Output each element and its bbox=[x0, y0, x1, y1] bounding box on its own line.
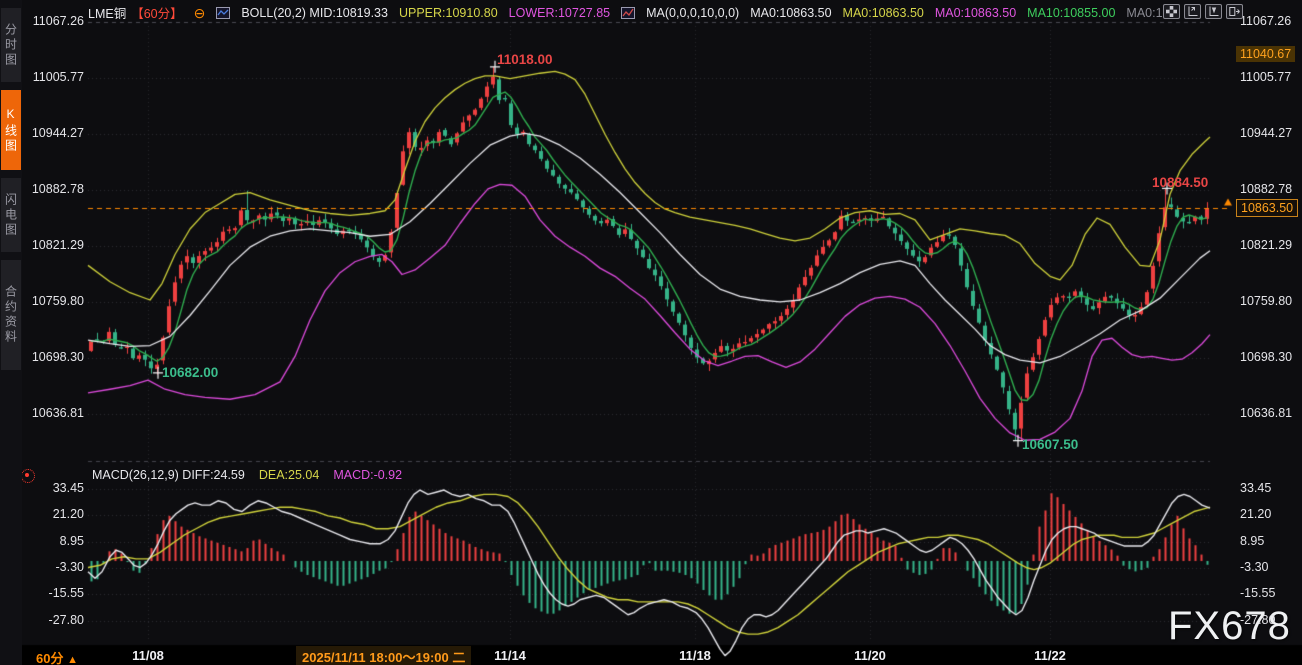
date-axis-bar: 60分 ▲ 11/08 11/14 11/18 11/20 11/22 2025… bbox=[22, 645, 1302, 665]
move-layout-icon[interactable] bbox=[1163, 4, 1180, 19]
price-axis-label: 10636.81 bbox=[1240, 406, 1292, 420]
date-tick: 11/14 bbox=[494, 648, 526, 663]
crosshair-datetime-badge: 2025/11/11 18:00～19:00 二 bbox=[296, 646, 471, 665]
ma0-white-value: MA0:10863.50 bbox=[750, 6, 831, 20]
timeframe-label[interactable]: 60分 ▲ bbox=[36, 648, 78, 665]
date-tick: 11/08 bbox=[132, 648, 164, 663]
trading-terminal: LME铜 【60分】 ⊖ BOLL(20,2) MID:10819.33 UPP… bbox=[0, 0, 1302, 665]
price-axis-label: 10944.27 bbox=[1240, 126, 1292, 140]
symbol-label: LME铜 bbox=[88, 3, 126, 22]
macd-axis-label: -27.80 bbox=[1240, 613, 1275, 627]
price-axis-label: 11067.26 bbox=[26, 14, 84, 28]
price-axis-label: 10759.80 bbox=[26, 294, 84, 308]
macd-value: MACD:-0.92 bbox=[333, 468, 402, 482]
tab-contract-info[interactable]: 合约资料 bbox=[1, 260, 21, 370]
macd-axis-label: -15.55 bbox=[26, 586, 84, 600]
price-axis-label: 10636.81 bbox=[26, 406, 84, 420]
chart-tool-buttons bbox=[1163, 4, 1243, 19]
macd-axis-label: -3.30 bbox=[26, 560, 84, 574]
macd-axis-label: 33.45 bbox=[1240, 481, 1271, 495]
day-high-badge: 11040.67 bbox=[1236, 46, 1295, 62]
price-axis-label: 11005.77 bbox=[1240, 70, 1291, 84]
ma0-yellow-value: MA0:10863.50 bbox=[843, 6, 924, 20]
macd-axis-label: 21.20 bbox=[1240, 507, 1271, 521]
price-axis-label: 10698.30 bbox=[1240, 350, 1292, 364]
price-axis-label: 10882.78 bbox=[1240, 182, 1292, 196]
macd-axis-label: 8.95 bbox=[26, 534, 84, 548]
chart-canvas[interactable] bbox=[0, 0, 1302, 665]
boll-values: BOLL(20,2) MID:10819.33 bbox=[241, 6, 388, 20]
boll-upper-value: UPPER:10910.80 bbox=[399, 6, 498, 20]
macd-axis-label: 8.95 bbox=[1240, 534, 1264, 548]
tab-time-chart[interactable]: 分时图 bbox=[1, 8, 21, 82]
period-label[interactable]: 【60分】 bbox=[131, 3, 182, 22]
date-tick: 11/20 bbox=[854, 648, 886, 663]
price-axis-label: 10698.30 bbox=[26, 350, 84, 364]
collapse-icon[interactable]: ⊖ bbox=[194, 6, 206, 20]
ma0-magenta-value: MA0:10863.50 bbox=[935, 6, 1016, 20]
price-axis-label: 10944.27 bbox=[26, 126, 84, 140]
boll-lower-value: LOWER:10727.85 bbox=[509, 6, 610, 20]
left-tabbar: 分时图 K线图 闪电图 合约资料 bbox=[0, 0, 22, 665]
timeframe-up-arrow-icon: ▲ bbox=[67, 654, 78, 665]
pan-right-icon[interactable] bbox=[1226, 4, 1243, 19]
price-axis-label: 10821.29 bbox=[1240, 238, 1292, 252]
high-annotation: 11018.00 bbox=[497, 52, 553, 67]
low-annotation: 10607.50 bbox=[1022, 437, 1078, 452]
y-scale-right-icon[interactable] bbox=[1205, 4, 1222, 19]
ma-params: MA(0,0,0,10,0,0) bbox=[646, 6, 739, 20]
tab-lightning-chart[interactable]: 闪电图 bbox=[1, 178, 21, 252]
tab-kline-chart[interactable]: K线图 bbox=[1, 90, 21, 170]
date-tick: 11/22 bbox=[1034, 648, 1066, 663]
macd-axis-label: 21.20 bbox=[26, 507, 84, 521]
high-annotation: 10884.50 bbox=[1152, 175, 1208, 190]
price-axis-label: 11067.26 bbox=[1240, 14, 1291, 28]
price-axis-label: 10759.80 bbox=[1240, 294, 1292, 308]
macd-header: MACD(26,12,9) DIFF:24.59 DEA:25.04 MACD:… bbox=[92, 468, 402, 482]
last-price-badge: 10863.50 bbox=[1236, 199, 1298, 217]
macd-axis-label: -3.30 bbox=[1240, 560, 1269, 574]
macd-diff-value: MACD(26,12,9) DIFF:24.59 bbox=[92, 468, 245, 482]
boll-indicator-icon[interactable] bbox=[216, 7, 230, 19]
date-tick: 11/18 bbox=[679, 648, 711, 663]
low-annotation: 10682.00 bbox=[162, 365, 218, 380]
macd-axis-label: -15.55 bbox=[1240, 586, 1275, 600]
y-scale-left-icon[interactable] bbox=[1184, 4, 1201, 19]
ma10-value: MA10:10855.00 bbox=[1027, 6, 1115, 20]
price-axis-label: 10882.78 bbox=[26, 182, 84, 196]
price-axis-label: 10821.29 bbox=[26, 238, 84, 252]
price-axis-label: 11005.77 bbox=[26, 70, 84, 84]
macd-axis-label: -27.80 bbox=[26, 613, 84, 627]
macd-dea-value: DEA:25.04 bbox=[259, 468, 319, 482]
macd-axis-label: 33.45 bbox=[26, 481, 84, 495]
indicator-bar: LME铜 【60分】 ⊖ BOLL(20,2) MID:10819.33 UPP… bbox=[88, 3, 1176, 22]
ma-indicator-icon[interactable] bbox=[621, 7, 635, 19]
